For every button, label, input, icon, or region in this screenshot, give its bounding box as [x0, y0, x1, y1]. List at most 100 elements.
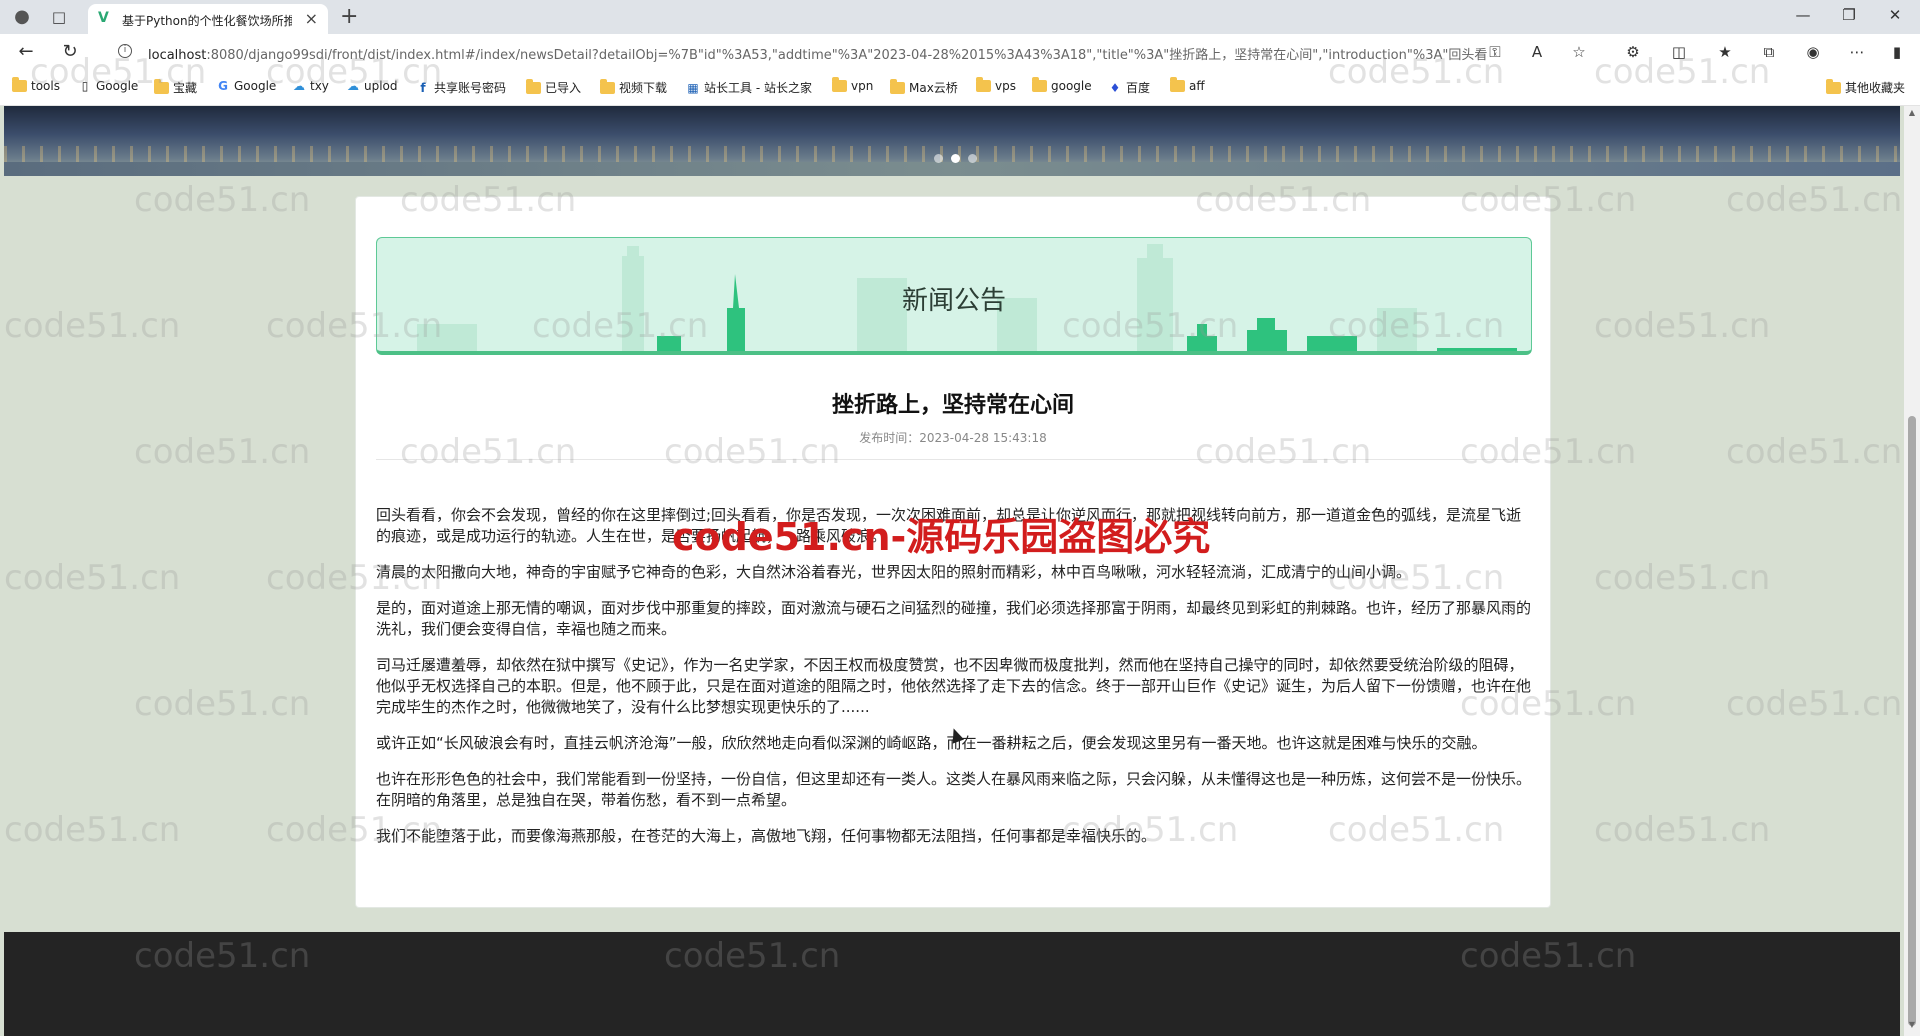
bookmark-label: uplod — [364, 79, 398, 93]
page-scrollbar[interactable]: ▲ ▼ — [1904, 106, 1920, 1036]
bookmark-label: aff — [1189, 79, 1205, 93]
bookmark-label: google — [1051, 79, 1092, 93]
bookmark-label: 视频下载 — [619, 81, 668, 95]
bookmark-item[interactable]: Max云桥 — [890, 78, 958, 96]
bookmark-label: tools — [31, 79, 60, 93]
bookmark-label: Max云桥 — [909, 81, 958, 95]
cloud-icon: ☁ — [293, 79, 305, 93]
baidu-icon: ♦ — [1109, 80, 1121, 95]
scroll-up-icon[interactable]: ▲ — [1904, 108, 1920, 122]
minimize-icon[interactable]: — — [1780, 6, 1826, 24]
other-bookmarks[interactable]: 其他收藏夹 — [1826, 78, 1906, 96]
article-paragraph: 清晨的太阳撒向大地，神奇的宇宙赋予它神奇的色彩，大自然沐浴着春光，世界因太阳的照… — [376, 563, 1412, 581]
key-icon[interactable]: ⚿ — [1484, 43, 1506, 61]
bookmark-item[interactable]: 宝藏 — [154, 78, 197, 96]
river-decoration — [4, 162, 1900, 176]
bookmark-item[interactable]: ☁ uplod — [346, 79, 398, 93]
page-viewport: 新闻公告 挫折路上，坚持常在心间 发布时间：2023-04-28 15:43:1… — [0, 106, 1904, 1036]
bookmark-label: Google — [234, 79, 277, 93]
bookmark-item[interactable]: 已导入 — [526, 78, 582, 96]
article-publish-time: 发布时间：2023-04-28 15:43:18 — [859, 431, 1047, 445]
f-icon: f — [420, 80, 426, 95]
bookmark-label: 其他收藏夹 — [1845, 81, 1906, 95]
bookmark-item[interactable]: aff — [1170, 77, 1205, 93]
news-detail-card: 新闻公告 挫折路上，坚持常在心间 发布时间：2023-04-28 15:43:1… — [355, 196, 1551, 908]
carousel-dot[interactable] — [968, 154, 977, 163]
article-body: 回头看看，你会不会发现，曾经的你在这里摔倒过;回头看看，你是否发现，一次次困难面… — [376, 505, 1532, 862]
site-icon: ▦ — [687, 80, 699, 95]
folder-icon — [1826, 78, 1841, 94]
page-icon: ▯ — [81, 79, 89, 93]
folder-icon — [12, 77, 27, 92]
site-info-icon[interactable]: i — [118, 44, 132, 58]
folder-icon — [1170, 77, 1185, 92]
bookmark-label: 百度 — [1126, 81, 1151, 95]
tab-actions-icon[interactable]: □ — [48, 6, 70, 28]
reload-icon[interactable]: ↻ — [58, 41, 82, 65]
scrollbar-thumb[interactable] — [1908, 416, 1916, 1026]
vue-favicon-icon: V — [98, 10, 109, 26]
tab-title: 基于Python的个性化餐饮场所推荐 — [122, 14, 292, 28]
article-title: 挫折路上，坚持常在心间 — [831, 393, 1074, 418]
favorite-star-icon[interactable]: ☆ — [1568, 43, 1590, 61]
article-paragraph: 是的，面对道途上那无情的嘲讽，面对步伐中那重复的摔跤，面对激流与硬石之间猛烈的碰… — [376, 599, 1532, 638]
bookmark-item[interactable]: ♦ 百度 — [1108, 79, 1150, 96]
google-icon: G — [218, 79, 228, 93]
hero-carousel[interactable] — [4, 106, 1900, 176]
bookmark-item[interactable]: ▯ Google — [78, 79, 139, 93]
split-screen-icon[interactable]: ◫ — [1668, 43, 1690, 61]
folder-icon — [1032, 77, 1047, 92]
folder-icon — [526, 78, 541, 94]
section-title: 新闻公告 — [901, 286, 1006, 316]
read-aloud-icon[interactable]: A — [1526, 43, 1548, 61]
carousel-dot[interactable] — [934, 154, 943, 163]
carousel-dot-active[interactable] — [951, 154, 960, 163]
address-bar: ← ↻ i localhost:8080/django99sdi/front/d… — [0, 34, 1920, 70]
browser-essentials-icon[interactable]: ◉ — [1802, 43, 1824, 61]
browser-tab-bar: ● □ V 基于Python的个性化餐饮场所推荐 × + — ❐ ✕ — [0, 0, 1920, 34]
bookmark-item[interactable]: 视频下载 — [600, 78, 668, 96]
more-menu-icon[interactable]: ⋯ — [1846, 43, 1868, 61]
article-paragraph: 司马迁屡遭羞辱，却依然在狱中撰写《史记》，作为一名史学家，不因王权而极度赞赏，也… — [376, 656, 1532, 716]
bookmark-item[interactable]: vpn — [832, 77, 873, 93]
bookmarks-bar: tools ▯ Google 宝藏 G Google ☁ txy ☁ uplod f 共享… — [0, 70, 1920, 106]
bookmark-item[interactable]: google — [1032, 77, 1092, 93]
bookmark-item[interactable]: G Google — [216, 79, 276, 93]
close-tab-icon[interactable]: × — [305, 9, 318, 28]
window-close-icon[interactable]: ✕ — [1872, 6, 1918, 24]
folder-icon — [976, 77, 991, 92]
sidebar-toggle-icon[interactable]: ▮ — [1886, 43, 1908, 61]
folder-icon — [600, 78, 615, 94]
bookmark-item[interactable]: ▦ 站长工具 - 站长之家 — [686, 79, 812, 96]
folder-icon — [832, 77, 847, 92]
extensions-icon[interactable]: ⚙ — [1622, 43, 1644, 61]
cloud-icon: ☁ — [347, 79, 359, 93]
new-tab-icon[interactable]: + — [340, 4, 358, 29]
collections-icon[interactable]: ⧉ — [1758, 43, 1780, 61]
url-text[interactable]: localhost:8080/django99sdi/front/dist/in… — [148, 44, 1488, 63]
bookmark-label: 已导入 — [545, 81, 582, 95]
bookmark-item[interactable]: f 共享账号密码 — [416, 79, 506, 96]
bookmark-label: vps — [995, 79, 1016, 93]
article-paragraph: 或许正如“长风破浪会有时，直挂云帆济沧海”一般，欣欣然地走向看似深渊的崎岖路，而… — [376, 734, 1487, 752]
bookmark-label: txy — [310, 79, 329, 93]
folder-icon — [890, 78, 905, 94]
bookmark-item[interactable]: ☁ txy — [292, 79, 329, 93]
bookmark-label: 站长工具 - 站长之家 — [704, 81, 812, 95]
profile-icon[interactable]: ● — [10, 5, 34, 29]
carousel-indicators — [934, 154, 977, 163]
url-field[interactable]: i localhost:8080/django99sdi/front/dist/… — [108, 38, 1518, 66]
favorites-icon[interactable]: ★ — [1714, 43, 1736, 61]
bookmark-item[interactable]: tools — [12, 77, 60, 93]
page-footer — [4, 932, 1900, 1036]
folder-icon — [154, 78, 169, 94]
article-paragraph: 回头看看，你会不会发现，曾经的你在这里摔倒过;回头看看，你是否发现，一次次困难面… — [376, 506, 1522, 545]
article-paragraph: 也许在形形色色的社会中，我们常能看到一份坚持，一份自信，但这里却还有一类人。这类… — [376, 770, 1532, 809]
section-banner: 新闻公告 — [376, 237, 1532, 355]
bookmark-item[interactable]: vps — [976, 77, 1016, 93]
scroll-down-icon[interactable]: ▼ — [1904, 1020, 1920, 1034]
restore-icon[interactable]: ❐ — [1826, 6, 1872, 24]
bookmark-label: Google — [96, 79, 139, 93]
back-icon[interactable]: ← — [14, 41, 38, 65]
active-tab[interactable]: V 基于Python的个性化餐饮场所推荐 × — [88, 4, 328, 34]
